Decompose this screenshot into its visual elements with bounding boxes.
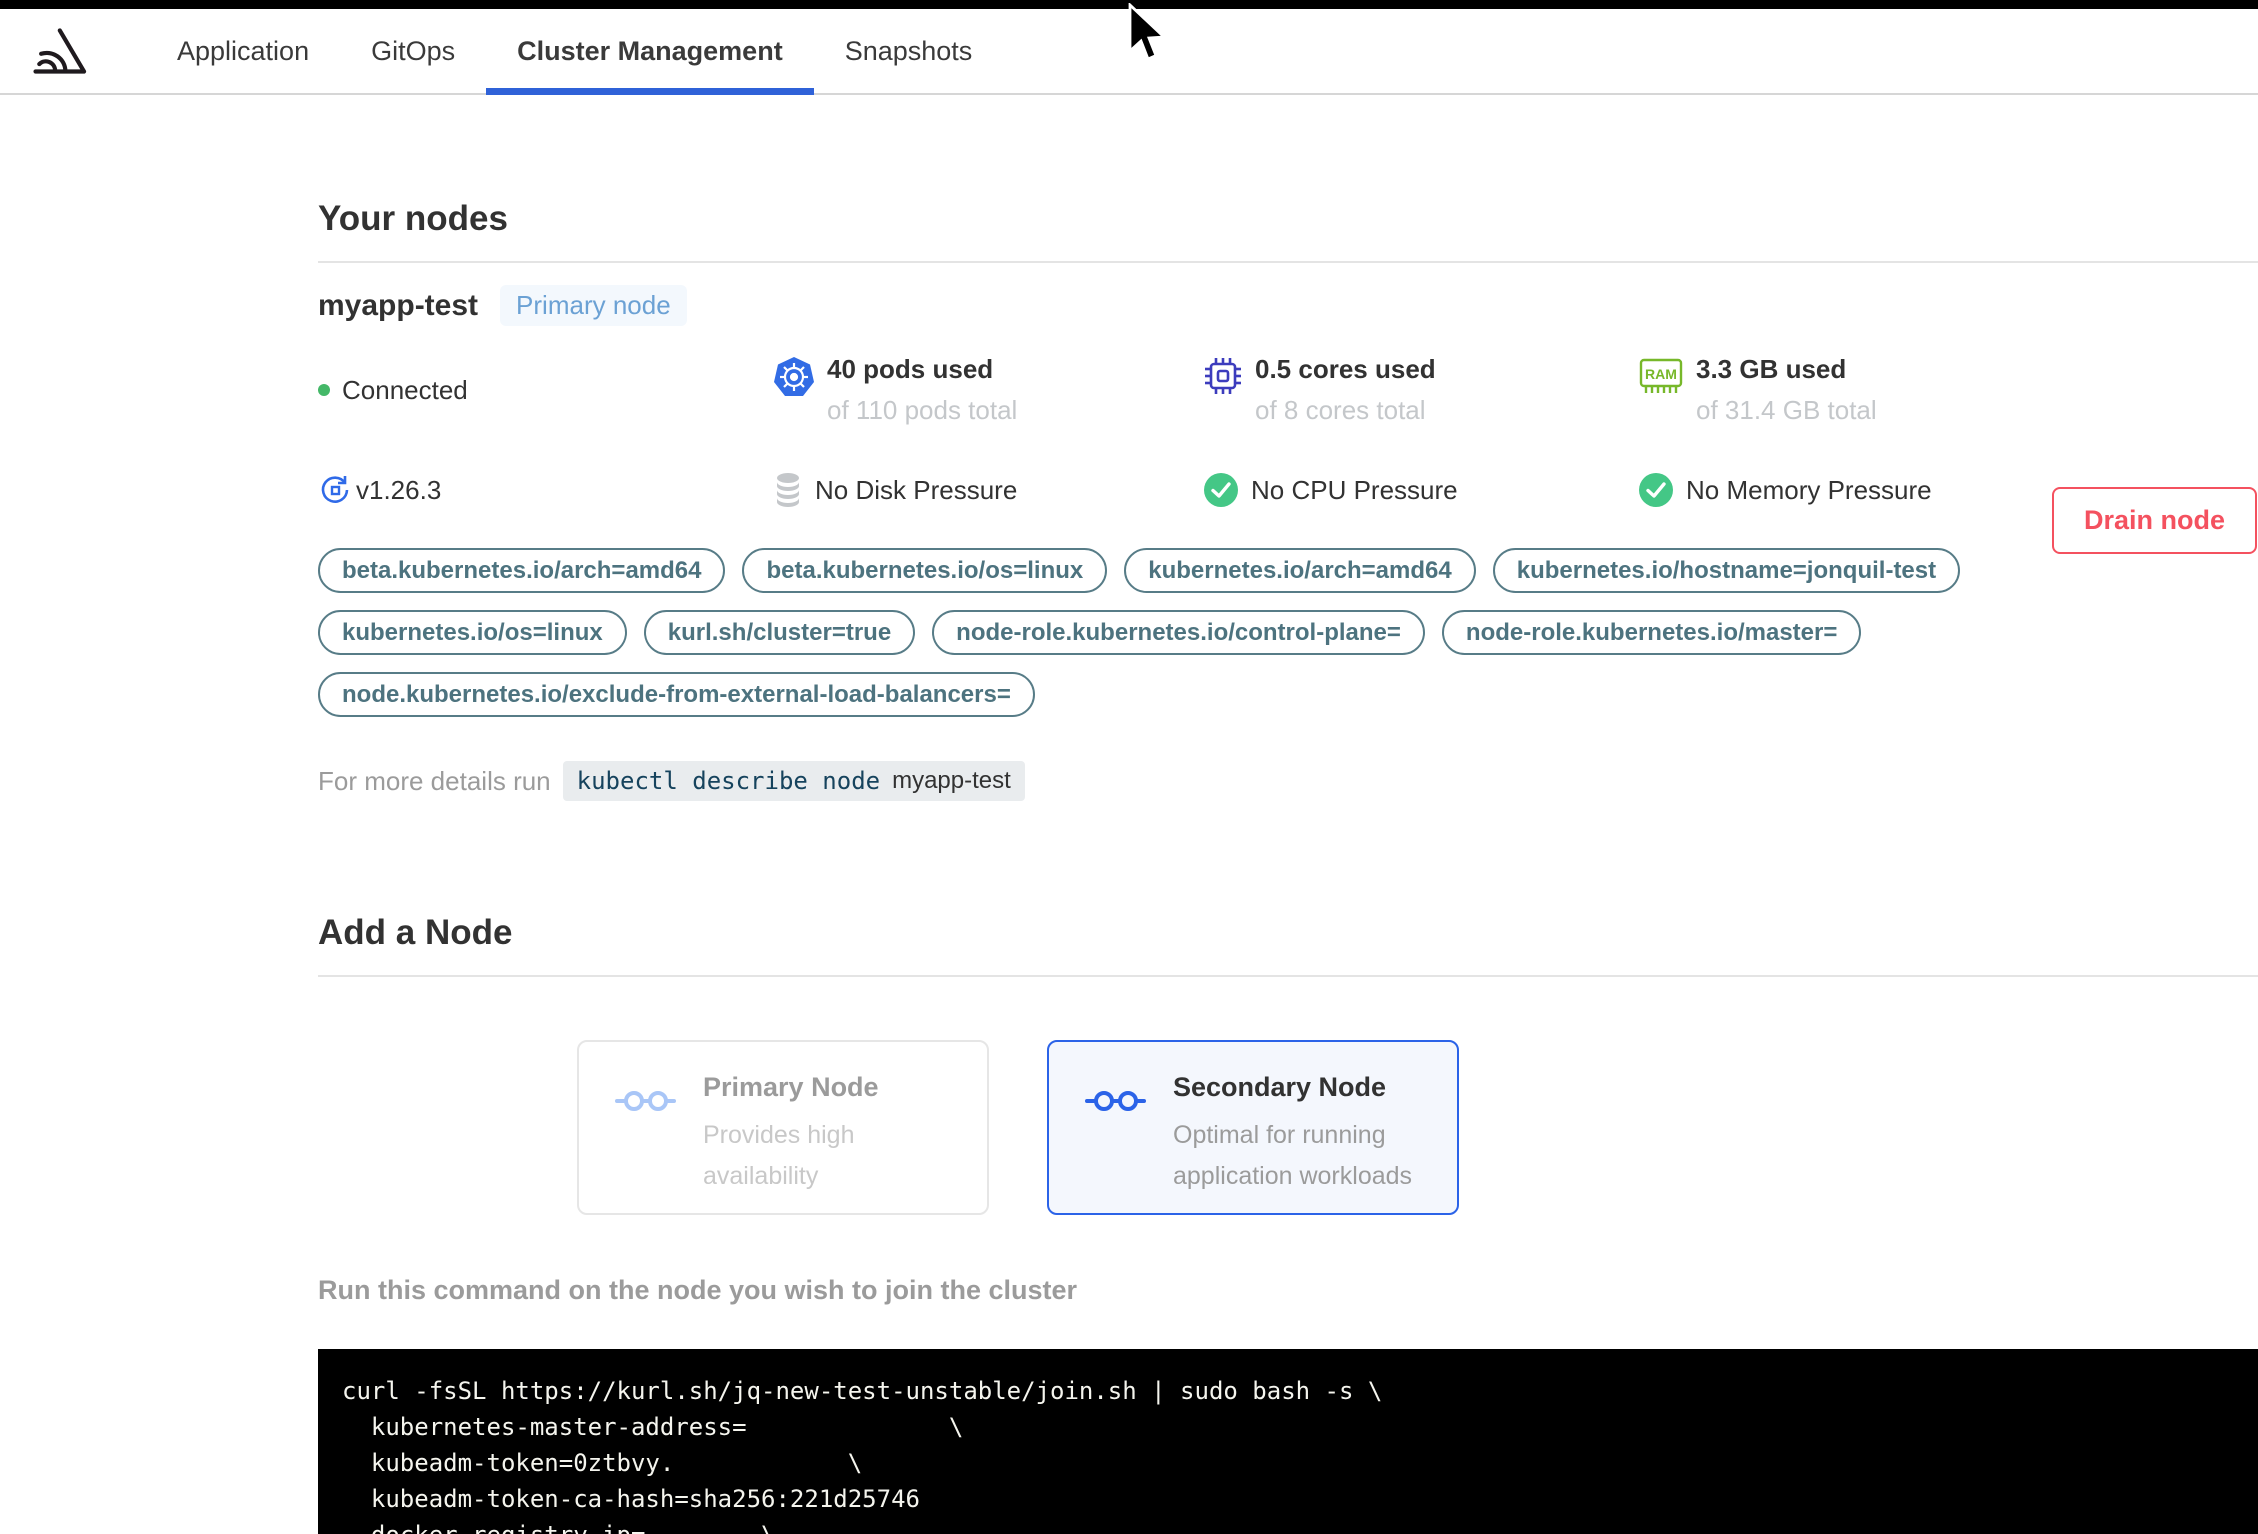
node-label-chip: node-role.kubernetes.io/control-plane= — [932, 610, 1425, 655]
join-command-line: kubeadm-token-ca-hash=sha256:221d25746 — [342, 1485, 920, 1513]
cpu-total: of 8 cores total — [1255, 395, 1426, 425]
disk-icon — [777, 473, 799, 507]
cpu-pressure-label: No CPU Pressure — [1251, 474, 1458, 505]
pods-used: 40 pods used — [827, 354, 994, 384]
node-label-chip: node.kubernetes.io/exclude-from-external… — [318, 672, 1035, 717]
main-navbar: Application GitOps Cluster Management Sn… — [0, 9, 2258, 95]
node-labels: beta.kubernetes.io/arch=amd64 beta.kuber… — [318, 548, 2258, 717]
cpu-pressure-condition: No CPU Pressure — [1203, 472, 1638, 508]
your-nodes-section: Your nodes myapp-test Primary node Conne… — [318, 199, 2258, 801]
nodes-link-icon — [615, 1091, 676, 1111]
check-circle-icon — [1639, 473, 1673, 507]
node-label-chip: kurl.sh/cluster=true — [643, 610, 916, 655]
node-status: Connected — [318, 354, 773, 426]
cpu-used: 0.5 cores used — [1255, 354, 1436, 384]
primary-node-badge: Primary node — [500, 285, 687, 326]
node-status-label: Connected — [342, 374, 468, 405]
add-node-section: Add a Node Primary Node Provides high av… — [318, 913, 2258, 1534]
main-content: Your nodes myapp-test Primary node Conne… — [0, 199, 2258, 1534]
memory-pressure-label: No Memory Pressure — [1686, 474, 1932, 505]
secondary-node-card-title: Secondary Node — [1173, 1072, 1387, 1102]
primary-node-card-desc: Provides high availability — [703, 1121, 855, 1190]
join-command-line: curl -fsSL https://kurl.sh/jq-new-test-u… — [342, 1377, 1383, 1405]
memory-total: of 31.4 GB total — [1696, 395, 1877, 425]
pods-total: of 110 pods total — [827, 395, 1018, 425]
join-command-line: kubernetes-master-address= \ — [342, 1413, 964, 1441]
kubectl-command: kubectl describe node — [576, 767, 881, 795]
ram-icon: RAM — [1639, 358, 1683, 393]
node-label-chip: node-role.kubernetes.io/master= — [1441, 610, 1862, 655]
tab-application[interactable]: Application — [146, 9, 340, 93]
join-command-line: kubeadm-token=0ztbvy. \ — [342, 1449, 863, 1477]
primary-node-card[interactable]: Primary Node Provides high availability — [577, 1040, 989, 1215]
node-version-label: v1.26.3 — [356, 474, 442, 505]
node-label-chip: beta.kubernetes.io/arch=amd64 — [318, 548, 726, 593]
cpu-icon — [1205, 358, 1241, 394]
details-prefix: For more details run — [318, 765, 551, 796]
tab-snapshots[interactable]: Snapshots — [814, 9, 1004, 93]
disk-pressure-label: No Disk Pressure — [815, 474, 1018, 505]
svg-text:RAM: RAM — [1645, 366, 1677, 382]
disk-pressure-condition: No Disk Pressure — [773, 472, 1203, 508]
nav-tabs: Application GitOps Cluster Management Sn… — [146, 9, 1004, 95]
memory-stat: RAM 3.3 GB used of 31.4 GB total — [1638, 354, 2258, 426]
node-type-cards: Primary Node Provides high availability … — [318, 1040, 2258, 1215]
node-name: myapp-test — [318, 288, 479, 322]
cpu-stat: 0.5 cores used of 8 cores total — [1203, 354, 1638, 426]
node-details-hint: For more details run kubectl describe no… — [318, 761, 2258, 801]
node-label-chip: kubernetes.io/os=linux — [318, 610, 627, 655]
your-nodes-title: Your nodes — [318, 199, 508, 238]
connected-dot-icon — [318, 384, 330, 396]
join-command-block: curl -fsSL https://kurl.sh/jq-new-test-u… — [318, 1349, 2258, 1534]
node-version: v1.26.3 — [318, 472, 773, 508]
check-circle-icon — [1204, 473, 1238, 507]
nodes-link-icon — [1085, 1091, 1146, 1111]
tab-cluster-management[interactable]: Cluster Management — [486, 9, 814, 95]
primary-node-card-title: Primary Node — [703, 1072, 879, 1102]
kubectl-node-arg: myapp-test — [892, 767, 1011, 794]
node-card: myapp-test Primary node Connected 40 pod… — [318, 263, 2258, 801]
drain-node-button[interactable]: Drain node — [2051, 487, 2257, 554]
join-command-line: docker-registry-ip= \ — [342, 1517, 2258, 1534]
section-divider — [318, 975, 2258, 977]
secondary-node-card-desc: Optimal for running application workload… — [1173, 1121, 1413, 1190]
kubernetes-icon — [774, 357, 814, 396]
secondary-node-card[interactable]: Secondary Node Optimal for running appli… — [1047, 1040, 1459, 1215]
node-label-chip: kubernetes.io/hostname=jonquil-test — [1492, 548, 1961, 593]
app-logo-icon — [33, 28, 87, 74]
node-label-chip: kubernetes.io/arch=amd64 — [1124, 548, 1476, 593]
window-top-strip — [0, 0, 2258, 9]
join-instruction: Run this command on the node you wish to… — [318, 1275, 1078, 1305]
kubectl-describe-snippet: kubectl describe node myapp-test — [562, 761, 1025, 801]
pods-stat: 40 pods used of 110 pods total — [773, 354, 1203, 426]
tab-gitops[interactable]: GitOps — [340, 9, 486, 93]
node-label-chip: beta.kubernetes.io/os=linux — [742, 548, 1108, 593]
memory-used: 3.3 GB used — [1696, 354, 1847, 384]
add-node-title: Add a Node — [318, 913, 513, 952]
version-update-icon — [321, 476, 349, 503]
